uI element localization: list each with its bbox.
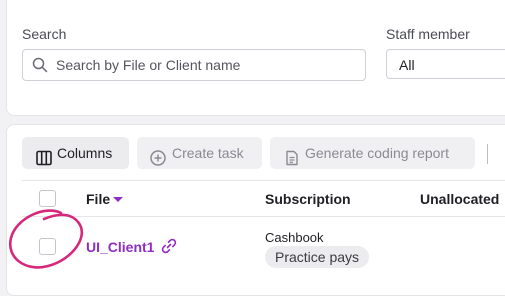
subscription-badge: Practice pays (265, 246, 370, 268)
search-input[interactable] (56, 50, 356, 80)
search-icon (32, 57, 48, 78)
column-header-subscription[interactable]: Subscription (265, 191, 351, 207)
columns-icon (36, 145, 52, 177)
link-icon[interactable] (160, 237, 178, 260)
staff-member-label: Staff member (386, 26, 470, 42)
search-field[interactable] (22, 49, 366, 81)
column-header-unallocated[interactable]: Unallocated (420, 191, 499, 207)
header-top-divider (22, 180, 505, 181)
columns-label: Columns (57, 145, 113, 161)
staff-member-select[interactable]: All (386, 49, 505, 79)
subscription-name: Cashbook (265, 230, 324, 245)
search-label: Search (22, 26, 67, 42)
document-icon (284, 145, 300, 177)
create-task-label: Create task (172, 145, 244, 161)
plus-circle-icon (150, 145, 166, 177)
generate-coding-report-label: Generate coding report (305, 145, 449, 161)
sort-descending-icon[interactable] (113, 197, 123, 202)
staff-member-value: All (399, 57, 415, 73)
columns-button[interactable]: Columns (22, 137, 129, 169)
toolbar-divider (487, 144, 488, 164)
highlight-circle-annotation (8, 209, 84, 269)
create-task-button[interactable]: Create task (137, 137, 262, 169)
generate-coding-report-button[interactable]: Generate coding report (270, 137, 475, 169)
